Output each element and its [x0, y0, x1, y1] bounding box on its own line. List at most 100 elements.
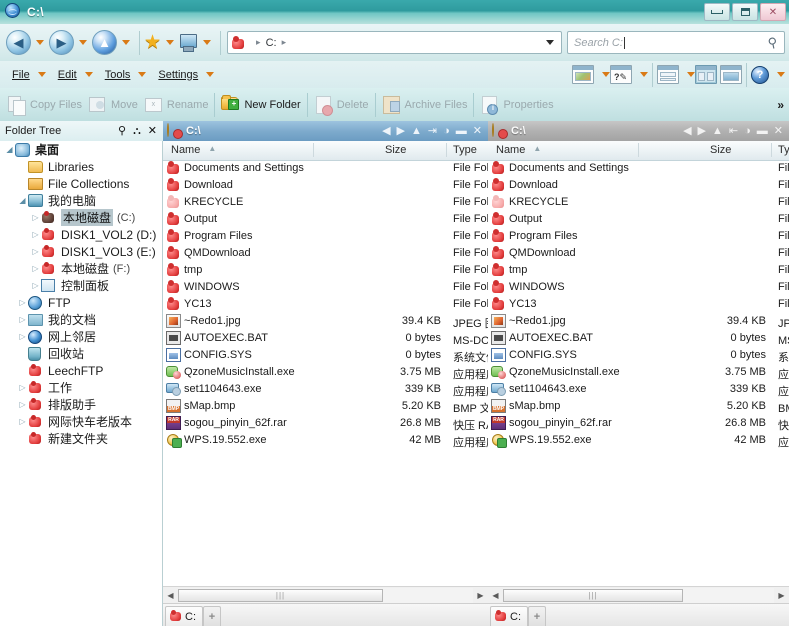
table-row[interactable]: QMDownload File Folder — [488, 245, 789, 262]
panel-left-tab-c[interactable]: C: — [165, 606, 203, 626]
table-row[interactable]: QMDownload File Folder — [163, 245, 488, 262]
delete-button[interactable]: Delete — [311, 91, 372, 118]
table-row[interactable]: Documents and Settings File Folder — [488, 160, 789, 177]
panel-right-tab-c[interactable]: C: — [490, 606, 528, 626]
search-icon[interactable]: ⚲ — [118, 125, 126, 137]
computer-dropdown-icon[interactable] — [203, 40, 212, 45]
panel-right-new-tab-button[interactable]: + — [528, 606, 546, 626]
table-row[interactable]: QzoneMusicInstall.exe 3.75 MB 应用程序 — [163, 364, 488, 381]
maximize-button[interactable] — [732, 3, 758, 21]
single-pane-icon[interactable] — [720, 65, 742, 84]
edit-dropdown-icon[interactable] — [640, 72, 648, 77]
address-bar[interactable]: ▸ C: ▸ — [227, 31, 562, 54]
panel-left-horizontal-scrollbar[interactable]: ◀ ||| ▶ — [163, 586, 488, 604]
table-row[interactable]: AUTOEXEC.BAT 0 bytes MS-DOS 批处理文件 — [163, 330, 488, 347]
panel-left-back-icon[interactable]: ◀ — [382, 125, 390, 137]
tree-expander-9[interactable]: ▷ — [17, 298, 28, 307]
table-row[interactable]: Program Files File Folder — [488, 228, 789, 245]
table-row[interactable]: Output File Folder — [488, 211, 789, 228]
help-icon[interactable]: ? — [751, 65, 769, 84]
panel-left-up-icon[interactable]: ▲ — [411, 125, 422, 137]
menu-file-dropdown-icon[interactable] — [37, 72, 46, 77]
table-row[interactable]: WINDOWS File Folder — [163, 279, 488, 296]
tree-node-3[interactable]: ◢ 我的电脑 — [0, 192, 162, 209]
tree-expander-7[interactable]: ▷ — [30, 264, 41, 273]
table-row[interactable]: ~Redo1.jpg 39.4 KB JPEG 图像 — [163, 313, 488, 330]
thumbnails-dropdown-icon[interactable] — [602, 72, 610, 77]
breadcrumb[interactable]: ▸ C: ▸ — [251, 37, 291, 49]
panel-right-file-list[interactable]: Documents and SettingsFile FolderDownloa… — [488, 160, 789, 586]
table-row[interactable]: ~Redo1.jpg 39.4 KB JPEG 图像 — [488, 313, 789, 330]
tree-node-17[interactable]: 新建文件夹 — [0, 430, 162, 447]
tree-node-9[interactable]: ▷ FTP — [0, 294, 162, 311]
panel-right-swap-left-icon[interactable]: ⇤ — [729, 125, 738, 137]
forward-dropdown-icon[interactable] — [79, 40, 87, 45]
tree-expander-8[interactable]: ▷ — [30, 281, 41, 290]
menu-edit[interactable]: Edit — [58, 69, 93, 81]
table-row[interactable]: QzoneMusicInstall.exe 3.75 MB 应用程序 — [488, 364, 789, 381]
table-row[interactable]: Download File Folder — [163, 177, 488, 194]
table-row[interactable]: YC13 File Folder — [163, 296, 488, 313]
table-row[interactable]: Documents and Settings File Folder — [163, 160, 488, 177]
up-dropdown-icon[interactable] — [122, 40, 130, 45]
table-row[interactable]: CONFIG.SYS 0 bytes 系统文件 — [488, 347, 789, 364]
table-row[interactable]: tmp File Folder — [163, 262, 488, 279]
folder-tree-body[interactable]: ◢ 桌面 Libraries File Collections ◢ 我的电脑 ▷ 本地磁盘 (C… — [0, 141, 163, 626]
scroll-track[interactable]: ||| — [178, 588, 473, 603]
scroll-right-icon[interactable]: ▶ — [473, 588, 488, 603]
table-row[interactable]: YC13 File Folder — [488, 296, 789, 313]
tree-node-15[interactable]: ▷ 排版助手 — [0, 396, 162, 413]
computer-icon[interactable] — [179, 34, 198, 52]
scroll-left-icon[interactable]: ◀ — [163, 588, 178, 603]
archive-files-button[interactable]: Archive Files — [379, 91, 471, 118]
table-row[interactable]: CONFIG.SYS 0 bytes 系统文件 — [163, 347, 488, 364]
tree-expander-6[interactable]: ▷ — [30, 247, 41, 256]
table-row[interactable]: WPS.19.552.exe 42 MB 应用程序 — [163, 432, 488, 449]
column-header-name[interactable]: Name ▲ — [496, 144, 541, 156]
panel-right-swap-icon[interactable]: ◑ — [744, 125, 751, 137]
panel-left-swap-icon[interactable]: ◑ — [443, 125, 450, 137]
favorites-star-icon[interactable]: ★ — [144, 33, 161, 52]
close-button[interactable]: ✕ — [760, 3, 786, 21]
scroll-right-icon[interactable]: ▶ — [774, 588, 789, 603]
edit-pencil-icon[interactable]: ?✎ — [610, 65, 632, 84]
rename-button[interactable]: x Rename — [141, 91, 212, 118]
table-row[interactable]: KRECYCLE File Folder — [163, 194, 488, 211]
table-row[interactable]: sMap.bmp 5.20 KB BMP 文件 — [488, 398, 789, 415]
new-folder-button[interactable]: + New Folder — [218, 91, 303, 118]
toolbar-overflow-button[interactable]: » — [777, 98, 784, 112]
breadcrumb-item-0[interactable]: C: — [266, 37, 277, 49]
column-header-type[interactable]: Type — [778, 144, 789, 156]
forward-button[interactable]: ▶ — [49, 30, 74, 55]
panel-left-minimize-icon[interactable]: ▬ — [456, 125, 467, 137]
tree-expander-15[interactable]: ▷ — [17, 400, 28, 409]
table-row[interactable]: set1104643.exe 339 KB 应用程序 — [488, 381, 789, 398]
back-button[interactable]: ◀ — [6, 30, 31, 55]
unpin-icon[interactable]: ⛬ — [133, 125, 141, 137]
table-row[interactable]: KRECYCLE File Folder — [488, 194, 789, 211]
column-header-size[interactable]: Size — [385, 144, 406, 156]
panel-left-new-tab-button[interactable]: + — [203, 606, 221, 626]
scroll-left-icon[interactable]: ◀ — [488, 588, 503, 603]
properties-button[interactable]: Properties — [477, 91, 556, 118]
tree-node-4[interactable]: ▷ 本地磁盘 (C:) — [0, 209, 162, 226]
tree-expander-11[interactable]: ▷ — [17, 332, 28, 341]
tree-node-5[interactable]: ▷ DISK1_VOL2 (D:) — [0, 226, 162, 243]
table-row[interactable]: set1104643.exe 339 KB 应用程序 — [163, 381, 488, 398]
thumbnails-icon[interactable] — [572, 65, 594, 84]
move-button[interactable]: Move — [85, 91, 141, 118]
panel-left-swap-right-icon[interactable]: ⇥ — [428, 125, 437, 137]
tree-node-6[interactable]: ▷ DISK1_VOL3 (E:) — [0, 243, 162, 260]
table-row[interactable]: WPS.19.552.exe 42 MB 应用程序 — [488, 432, 789, 449]
table-row[interactable]: sogou_pinyin_62f.rar 26.8 MB 快压 RAR 压缩文件 — [163, 415, 488, 432]
table-row[interactable]: sogou_pinyin_62f.rar 26.8 MB 快压 RAR 压缩文件 — [488, 415, 789, 432]
tree-expander-16[interactable]: ▷ — [17, 417, 28, 426]
tree-node-7[interactable]: ▷ 本地磁盘 (F:) — [0, 260, 162, 277]
panel-left-forward-icon[interactable]: ▶ — [397, 125, 405, 137]
menu-tools[interactable]: Tools — [105, 69, 147, 81]
tree-expander-4[interactable]: ▷ — [30, 213, 41, 222]
tree-node-14[interactable]: ▷ 工作 — [0, 379, 162, 396]
tree-expander-3[interactable]: ◢ — [17, 196, 28, 205]
panel-left-file-list[interactable]: Documents and SettingsFile FolderDownloa… — [163, 160, 488, 586]
panel-right-up-icon[interactable]: ▲ — [712, 125, 723, 137]
